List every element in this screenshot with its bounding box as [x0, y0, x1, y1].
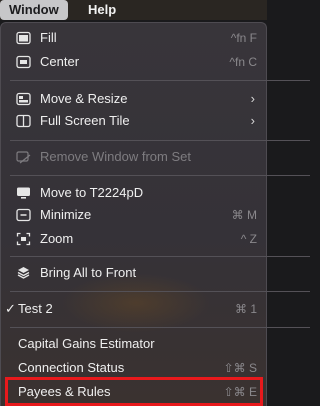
menu-separator — [10, 80, 310, 81]
menu-item-fill[interactable]: Fill ^fn F — [0, 27, 267, 49]
menu-item-label: Fill — [40, 30, 57, 45]
menu-item-connection-status[interactable]: Connection Status ⇧⌘ S — [0, 357, 267, 379]
menu-item-remove-window-from-set[interactable]: Remove Window from Set — [0, 146, 267, 168]
menu-item-label: Move & Resize — [40, 91, 128, 106]
zoom-icon — [16, 232, 31, 246]
menu-item-label: Full Screen Tile — [40, 113, 130, 128]
menu-bar: Window Help — [0, 0, 267, 20]
highlight-box — [5, 377, 263, 406]
window-menu[interactable]: Window — [0, 0, 68, 20]
stack-icon — [16, 266, 31, 280]
menu-item-label: Bring All to Front — [40, 265, 137, 280]
chevron-right-icon: › — [250, 113, 255, 128]
menu-item-label: Capital Gains Estimator — [18, 336, 155, 351]
shortcut-label: ⌘ M — [231, 208, 257, 222]
menu-separator — [10, 256, 310, 257]
menu-item-label: Test 2 — [18, 301, 53, 316]
remove-window-icon — [16, 150, 31, 164]
chevron-right-icon: › — [250, 91, 255, 106]
minimize-icon — [16, 208, 31, 222]
menu-item-bring-all-to-front[interactable]: Bring All to Front — [0, 262, 267, 284]
menu-item-label: Zoom — [40, 231, 74, 246]
menu-item-move-to-display[interactable]: Move to T2224pD — [0, 182, 267, 204]
menu-item-label: Center — [40, 54, 80, 69]
menu-item-minimize[interactable]: Minimize ⌘ M — [0, 204, 267, 226]
shortcut-label: ⇧⌘ S — [223, 361, 257, 375]
shortcut-label: ^fn F — [230, 31, 257, 45]
shortcut-label: ^fn C — [229, 55, 257, 69]
center-window-icon — [16, 55, 31, 69]
menu-item-full-screen-tile[interactable]: Full Screen Tile › — [0, 110, 267, 132]
checkmark-icon: ✓ — [5, 301, 16, 316]
menu-item-move-resize[interactable]: Move & Resize › — [0, 88, 267, 110]
menu-separator — [10, 140, 310, 141]
fill-window-icon — [16, 31, 31, 45]
menu-item-test-2[interactable]: ✓ Test 2 ⌘ 1 — [0, 298, 267, 320]
shortcut-label: ^ Z — [240, 232, 257, 246]
shortcut-label: ⌘ 1 — [234, 302, 257, 316]
menu-item-label: Remove Window from Set — [40, 149, 191, 164]
display-icon — [16, 186, 31, 200]
menu-separator — [10, 327, 310, 328]
full-screen-tile-icon — [16, 114, 31, 128]
menu-separator — [10, 291, 310, 292]
menu-item-label: Move to T2224pD — [40, 185, 144, 200]
help-menu[interactable]: Help — [88, 0, 116, 20]
menu-item-label: Connection Status — [18, 360, 125, 375]
menu-item-center[interactable]: Center ^fn C — [0, 51, 267, 73]
menu-item-capital-gains-estimator[interactable]: Capital Gains Estimator — [0, 333, 267, 355]
menu-item-zoom[interactable]: Zoom ^ Z — [0, 228, 267, 250]
menu-separator — [10, 175, 310, 176]
move-resize-icon — [16, 92, 31, 106]
menu-item-label: Minimize — [40, 207, 92, 222]
